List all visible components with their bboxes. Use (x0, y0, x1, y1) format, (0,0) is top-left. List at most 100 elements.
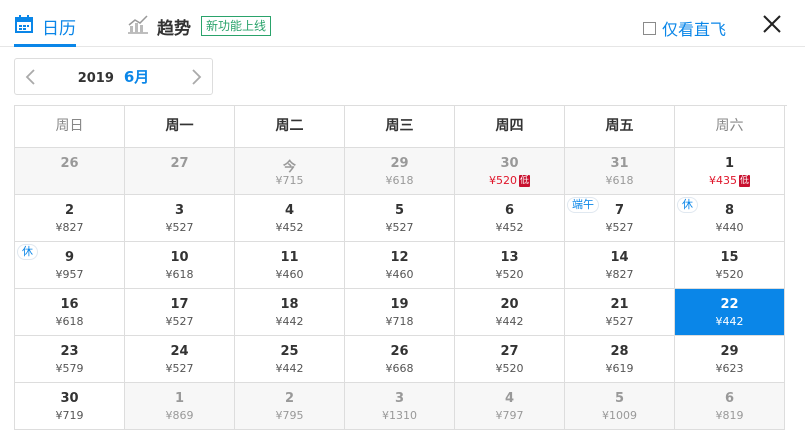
calendar-day[interactable]: 28 ¥619 (565, 336, 675, 383)
day-price: ¥623 (715, 362, 744, 375)
calendar-day-selected[interactable]: 22 ¥442 (675, 289, 785, 336)
day-number: 5 (614, 391, 625, 406)
calendar-day[interactable]: 26 ¥668 (345, 336, 455, 383)
calendar-day[interactable]: 26 (15, 148, 125, 195)
calendar-day[interactable]: 27 ¥520 (455, 336, 565, 383)
calendar-day[interactable]: 2 ¥795 (235, 383, 345, 430)
day-number: 15 (720, 250, 739, 265)
weekday-header-cell: 周五 (565, 106, 675, 148)
day-price: ¥527 (605, 315, 634, 328)
day-number: 4 (284, 203, 295, 218)
calendar-day[interactable]: 27 (125, 148, 235, 195)
day-price: ¥442 (275, 315, 304, 328)
calendar-day[interactable]: 20 ¥442 (455, 289, 565, 336)
lowest-price-badge: 低 (738, 175, 750, 187)
day-price: ¥442 (495, 315, 524, 328)
calendar-day[interactable]: 30 ¥719 (15, 383, 125, 430)
day-number: 9 (64, 250, 75, 265)
calendar-week-row: 23 ¥579 24 ¥527 25 ¥442 26 ¥668 27 ¥520 28 ¥619 29 ¥6… (15, 336, 787, 383)
day-price: ¥618 (605, 174, 634, 187)
calendar-day[interactable]: 休 8 ¥440 (675, 195, 785, 242)
weekday-header-cell: 周六 (675, 106, 785, 148)
day-price: ¥819 (715, 409, 744, 422)
calendar-day[interactable]: 16 ¥618 (15, 289, 125, 336)
day-price: ¥795 (275, 409, 304, 422)
day-price: ¥527 (605, 221, 634, 234)
day-number: 3 (174, 203, 185, 218)
calendar-day[interactable]: 13 ¥520 (455, 242, 565, 289)
calendar-day[interactable]: 18 ¥442 (235, 289, 345, 336)
tab-trend[interactable]: 趋势 新功能上线 (127, 14, 272, 39)
calendar-day[interactable]: 30 ¥520 低 (455, 148, 565, 195)
calendar-day[interactable]: 11 ¥460 (235, 242, 345, 289)
day-price: ¥452 (275, 221, 304, 234)
day-price: ¥618 (55, 315, 84, 328)
calendar-day[interactable]: 4 ¥452 (235, 195, 345, 242)
calendar-day[interactable]: 端午 7 ¥527 (565, 195, 675, 242)
top-bar: 日历 趋势 新功能上线 仅看直飞 (0, 0, 805, 47)
calendar-day[interactable]: 14 ¥827 (565, 242, 675, 289)
calendar-day[interactable]: 12 ¥460 (345, 242, 455, 289)
day-price: ¥440 (715, 221, 744, 234)
day-number: 7 (614, 203, 625, 218)
day-price: ¥527 (165, 315, 194, 328)
calendar-day[interactable]: 31 ¥618 (565, 148, 675, 195)
calendar-day[interactable]: 6 ¥819 (675, 383, 785, 430)
calendar-day[interactable]: 21 ¥527 (565, 289, 675, 336)
calendar-day[interactable]: 29 ¥623 (675, 336, 785, 383)
day-price: ¥719 (55, 409, 84, 422)
calendar-day[interactable]: 3 ¥1310 (345, 383, 455, 430)
close-icon (763, 15, 781, 33)
direct-flight-filter[interactable]: 仅看直飞 (643, 16, 726, 40)
chevron-right-icon (192, 68, 202, 85)
calendar-day[interactable]: 1 ¥869 (125, 383, 235, 430)
day-number: 13 (500, 250, 519, 265)
calendar-day[interactable]: 24 ¥527 (125, 336, 235, 383)
calendar-day[interactable]: 19 ¥718 (345, 289, 455, 336)
prev-month-button[interactable] (15, 59, 45, 94)
tab-calendar[interactable]: 日历 (14, 14, 76, 47)
day-number: 25 (280, 344, 299, 359)
weekday-header: 周日 周一 周二 周三 周四 周五 周六 (15, 106, 787, 148)
calendar-day[interactable]: 今 ¥715 (235, 148, 345, 195)
calendar-week-row: 26 27 今 ¥715 29 ¥618 30 ¥520 低 31 ¥618 1 ¥435 低 (15, 148, 787, 195)
next-month-button[interactable] (182, 59, 212, 94)
direct-flight-checkbox[interactable] (643, 21, 656, 35)
calendar-day[interactable]: 3 ¥527 (125, 195, 235, 242)
calendar-day[interactable]: 29 ¥618 (345, 148, 455, 195)
active-tab-indicator (14, 44, 76, 47)
day-number: 16 (60, 297, 79, 312)
weekday-header-cell: 周一 (125, 106, 235, 148)
day-price: ¥527 (385, 221, 414, 234)
day-number: 21 (610, 297, 629, 312)
day-price: ¥827 (55, 221, 84, 234)
day-price: ¥460 (275, 268, 304, 281)
calendar-day[interactable]: 6 ¥452 (455, 195, 565, 242)
day-number: 11 (280, 250, 299, 265)
calendar-day[interactable]: 1 ¥435 低 (675, 148, 785, 195)
weekday-header-cell: 周四 (455, 106, 565, 148)
day-price: ¥1009 (602, 409, 637, 422)
day-price: ¥957 (55, 268, 84, 281)
day-number: 12 (390, 250, 409, 265)
calendar-day[interactable]: 休 9 ¥957 (15, 242, 125, 289)
day-number: 2 (64, 203, 75, 218)
calendar-day[interactable]: 5 ¥1009 (565, 383, 675, 430)
calendar-day[interactable]: 25 ¥442 (235, 336, 345, 383)
day-price: ¥452 (495, 221, 524, 234)
calendar-day[interactable]: 5 ¥527 (345, 195, 455, 242)
calendar-day[interactable]: 2 ¥827 (15, 195, 125, 242)
day-price: ¥718 (385, 315, 414, 328)
calendar-day[interactable]: 4 ¥797 (455, 383, 565, 430)
day-number: 10 (170, 250, 189, 265)
day-price: ¥520 (495, 268, 524, 281)
calendar-day[interactable]: 10 ¥618 (125, 242, 235, 289)
day-price: ¥520 (715, 268, 744, 281)
calendar-day[interactable]: 23 ¥579 (15, 336, 125, 383)
close-button[interactable] (760, 12, 784, 36)
day-price: ¥442 (275, 362, 304, 375)
calendar-day[interactable]: 17 ¥527 (125, 289, 235, 336)
calendar-day[interactable]: 15 ¥520 (675, 242, 785, 289)
calendar-week-row: 2 ¥827 3 ¥527 4 ¥452 5 ¥527 6 ¥452 端午 7 ¥527 休 8 ¥440 (15, 195, 787, 242)
day-number: 19 (390, 297, 409, 312)
